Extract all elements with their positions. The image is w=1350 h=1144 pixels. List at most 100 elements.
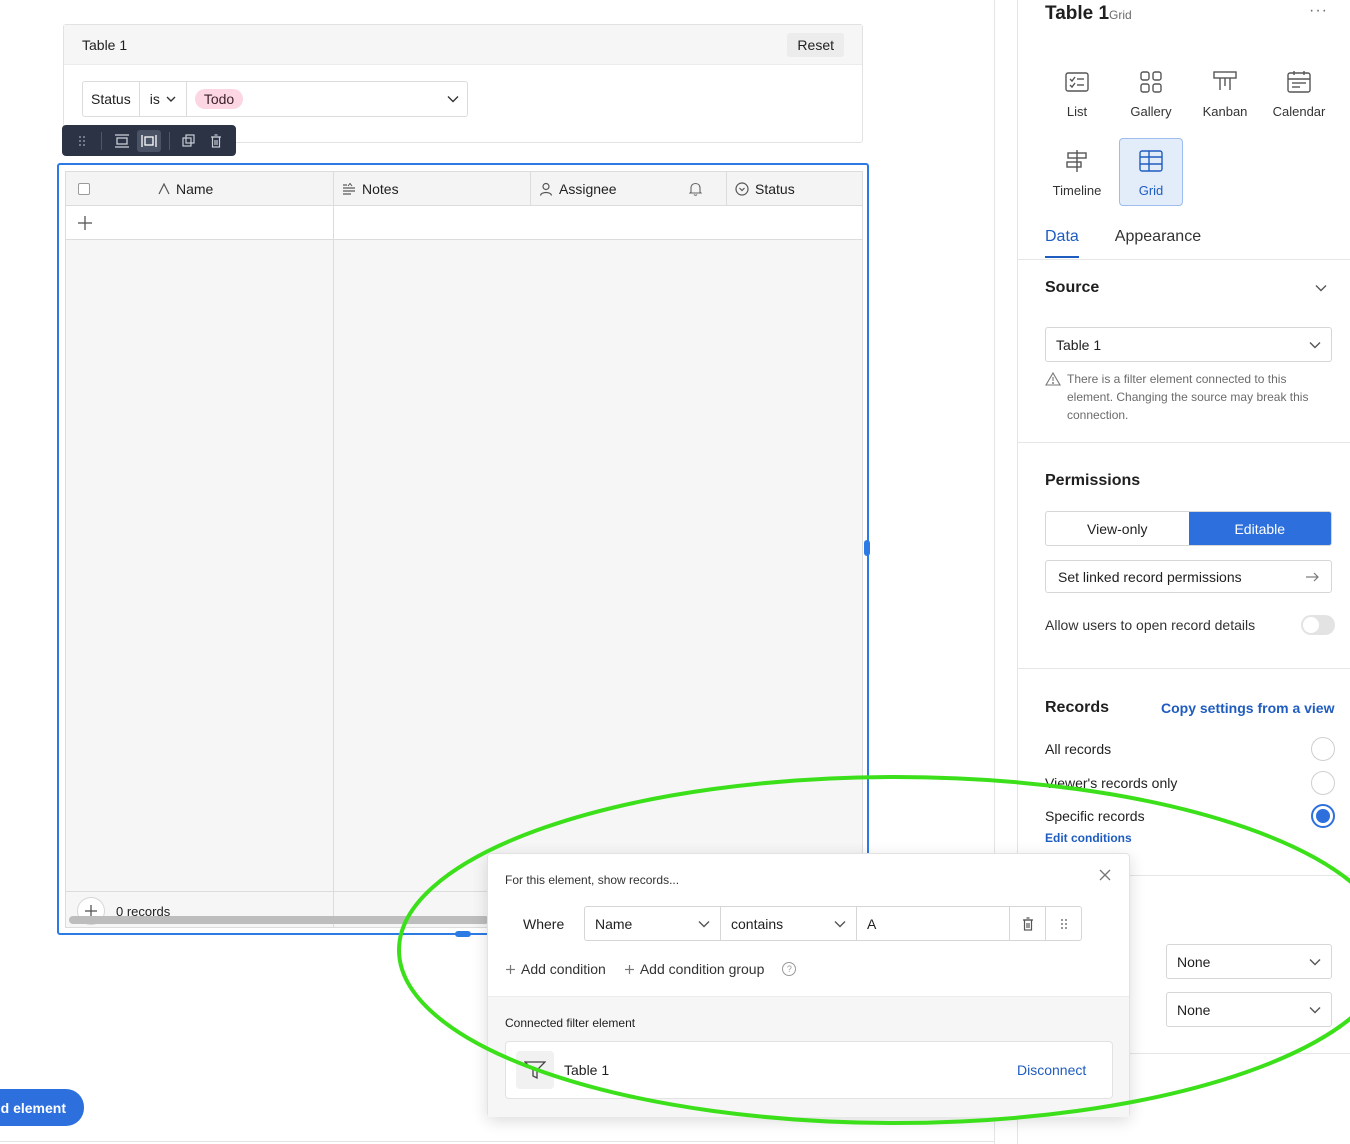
grid-element[interactable]: Name Notes Assignee Status 0 records [57, 163, 869, 935]
records-option-label: All records [1045, 741, 1112, 757]
single-select-icon [735, 182, 749, 196]
column-label: Status [755, 181, 795, 197]
trash-icon[interactable] [205, 130, 228, 152]
condition-row: Where Name contains A [505, 906, 1082, 941]
panel-title-type: Grid [1109, 8, 1132, 22]
plus-icon [506, 964, 515, 974]
viz-option-label: Grid [1138, 183, 1164, 198]
help-icon[interactable]: ? [782, 962, 797, 976]
add-element-button[interactable]: d element [0, 1089, 84, 1126]
connected-filter-card: Table 1 Disconnect [505, 1041, 1113, 1099]
editable-option[interactable]: Editable [1188, 512, 1331, 545]
chevron-down-icon[interactable] [1315, 284, 1327, 292]
records-option-all[interactable]: All records [1045, 737, 1335, 761]
toolbar-divider [101, 131, 103, 150]
fixed-width-icon[interactable] [137, 129, 161, 152]
section-divider [1018, 668, 1350, 669]
tab-data[interactable]: Data [1045, 228, 1079, 258]
edit-conditions-link[interactable]: Edit conditions [1045, 831, 1132, 845]
column-header-status[interactable]: Status [727, 172, 862, 206]
where-label: Where [523, 915, 565, 932]
duplicate-icon[interactable] [178, 130, 201, 152]
option-select-1[interactable]: None [1166, 944, 1332, 979]
viz-option-label: Calendar [1272, 104, 1326, 119]
kanban-icon [1213, 71, 1237, 90]
viz-option-grid[interactable]: Grid [1119, 138, 1183, 206]
grid-icon [1139, 150, 1163, 172]
column-header-notes[interactable]: Notes [334, 172, 531, 206]
viz-option-timeline[interactable]: Timeline [1045, 139, 1109, 207]
chevron-down-icon [698, 920, 710, 927]
filter-value-select[interactable]: Todo [187, 82, 467, 116]
column-header-assignee[interactable]: Assignee [531, 172, 727, 206]
viz-option-gallery[interactable]: Gallery [1119, 60, 1183, 128]
condition-editor: Name contains A [584, 906, 1082, 941]
records-section-title: Records [1045, 699, 1110, 716]
gallery-icon [1140, 71, 1162, 93]
source-select[interactable]: Table 1 [1045, 327, 1332, 362]
radio-button[interactable] [1311, 771, 1335, 795]
copy-settings-link[interactable]: Copy settings from a view [1161, 700, 1334, 716]
close-icon[interactable] [1098, 868, 1112, 882]
panel-tabs: Data Appearance [1045, 228, 1349, 258]
filter-element-title: Table 1 [82, 36, 128, 53]
horizontal-scrollbar[interactable] [69, 916, 489, 924]
full-width-icon[interactable] [110, 130, 133, 152]
radio-button[interactable] [1311, 737, 1335, 761]
text-field-icon [158, 183, 170, 195]
resize-handle-right[interactable] [864, 540, 870, 556]
tab-appearance[interactable]: Appearance [1115, 228, 1201, 258]
drag-condition-handle[interactable] [1046, 907, 1081, 940]
toolbar-divider [168, 131, 170, 150]
grid-header: Name Notes Assignee Status [66, 172, 862, 206]
status-pill-todo: Todo [194, 89, 244, 109]
add-condition-group-button[interactable]: Add condition group [624, 961, 765, 977]
add-condition-group-label: Add condition group [639, 961, 765, 977]
more-options-icon[interactable]: ··· [1309, 2, 1328, 20]
filter-operator-label: is [149, 91, 160, 107]
disconnect-button[interactable]: Disconnect [1017, 1062, 1086, 1078]
delete-condition-button[interactable] [1010, 907, 1046, 940]
plus-icon[interactable] [76, 214, 94, 232]
condition-operator-value: contains [731, 915, 784, 932]
option-select-2[interactable]: None [1166, 992, 1332, 1027]
condition-field-value: Name [595, 915, 633, 932]
condition-operator-select[interactable]: contains [721, 907, 857, 940]
condition-value-input[interactable]: A [857, 907, 1010, 940]
radio-button-selected[interactable] [1311, 804, 1335, 828]
linked-record-permissions-button[interactable]: Set linked record permissions [1045, 560, 1332, 593]
filter-operator-select[interactable]: is [140, 82, 187, 116]
allow-record-details-toggle[interactable] [1301, 615, 1335, 635]
condition-field-select[interactable]: Name [585, 907, 721, 940]
select-value: None [1177, 953, 1211, 970]
warning-icon [1045, 372, 1061, 386]
linked-permissions-label: Set linked record permissions [1058, 568, 1242, 585]
view-only-option[interactable]: View-only [1046, 512, 1189, 545]
add-condition-button[interactable]: Add condition [505, 961, 606, 977]
allow-record-details-row: Allow users to open record details [1045, 615, 1335, 635]
viz-option-list[interactable]: List [1045, 60, 1109, 128]
column-header-name[interactable]: Name [66, 172, 334, 206]
filter-element-header: Table 1 Reset [64, 25, 862, 65]
records-option-viewer[interactable]: Viewer's records only [1045, 771, 1335, 795]
list-icon [1065, 72, 1089, 92]
add-record-row[interactable] [66, 206, 862, 240]
viz-option-label: Gallery [1130, 104, 1172, 119]
column-divider [333, 206, 334, 240]
section-divider [1018, 442, 1350, 443]
grid-table: Name Notes Assignee Status 0 records [65, 171, 863, 928]
timeline-icon [1066, 150, 1087, 172]
chevron-down-icon [1309, 341, 1321, 348]
viz-option-calendar[interactable]: Calendar [1267, 60, 1331, 128]
records-option-specific[interactable]: Specific records [1045, 804, 1335, 828]
select-all-checkbox[interactable] [78, 183, 90, 195]
records-option-label: Viewer's records only [1045, 775, 1178, 791]
reset-button[interactable]: Reset [787, 32, 844, 57]
drag-handle-icon[interactable] [70, 130, 93, 152]
resize-handle-bottom[interactable] [455, 931, 471, 937]
viz-option-kanban[interactable]: Kanban [1193, 60, 1257, 128]
permissions-toggle: View-only Editable [1045, 511, 1332, 546]
status-filter: Status is Todo [82, 81, 468, 117]
add-condition-label: Add condition [521, 961, 606, 977]
plus-icon [624, 964, 634, 974]
